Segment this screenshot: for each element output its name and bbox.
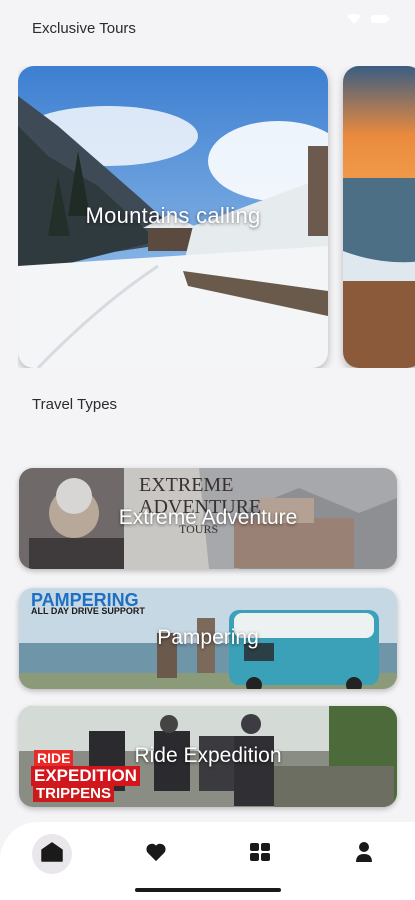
tour-card-beach[interactable] (343, 66, 415, 368)
grid-icon (249, 842, 271, 867)
travel-type-label: Pampering (157, 626, 259, 649)
extreme-overlay-line1: EXTREME (139, 474, 234, 496)
travel-type-label: Extreme Adventure (118, 506, 298, 529)
home-indicator (135, 888, 281, 892)
travel-type-pampering[interactable]: PAMPERING ALL DAY DRIVE SUPPORT Pamperin… (19, 588, 397, 689)
nav-home[interactable] (32, 834, 72, 874)
battery-icon (371, 14, 389, 24)
pampering-overlay-line2: ALL DAY DRIVE SUPPORT (31, 606, 145, 616)
nav-favorites[interactable] (136, 834, 176, 874)
nav-active-indicator (32, 834, 72, 874)
home-icon (41, 841, 63, 867)
tours-carousel[interactable]: Mountains calling (18, 66, 415, 368)
status-icons (347, 14, 389, 24)
wifi-icon (347, 14, 361, 24)
nav-categories[interactable] (240, 834, 280, 874)
tour-card-mountains[interactable]: Mountains calling (18, 66, 328, 368)
tour-card-label: Mountains calling (85, 203, 261, 228)
ride-overlay-line3: TRIPPENS (33, 785, 115, 802)
user-icon (355, 841, 373, 868)
exclusive-tours-title: Exclusive Tours (32, 20, 136, 37)
beach-image (343, 66, 415, 368)
travel-types-title: Travel Types (32, 396, 118, 413)
heart-icon (145, 842, 167, 867)
travel-type-label: Ride Expedition (134, 744, 282, 767)
travel-type-ride-expedition[interactable]: RIDE EXPEDITION TRIPPENS Ride Expedition (19, 706, 397, 807)
ride-overlay-line2: EXPEDITION (31, 766, 140, 786)
travel-type-extreme-adventure[interactable]: EXTREME ADVENTURE TOURS Extreme Adventur… (19, 468, 397, 569)
nav-profile[interactable] (344, 834, 384, 874)
